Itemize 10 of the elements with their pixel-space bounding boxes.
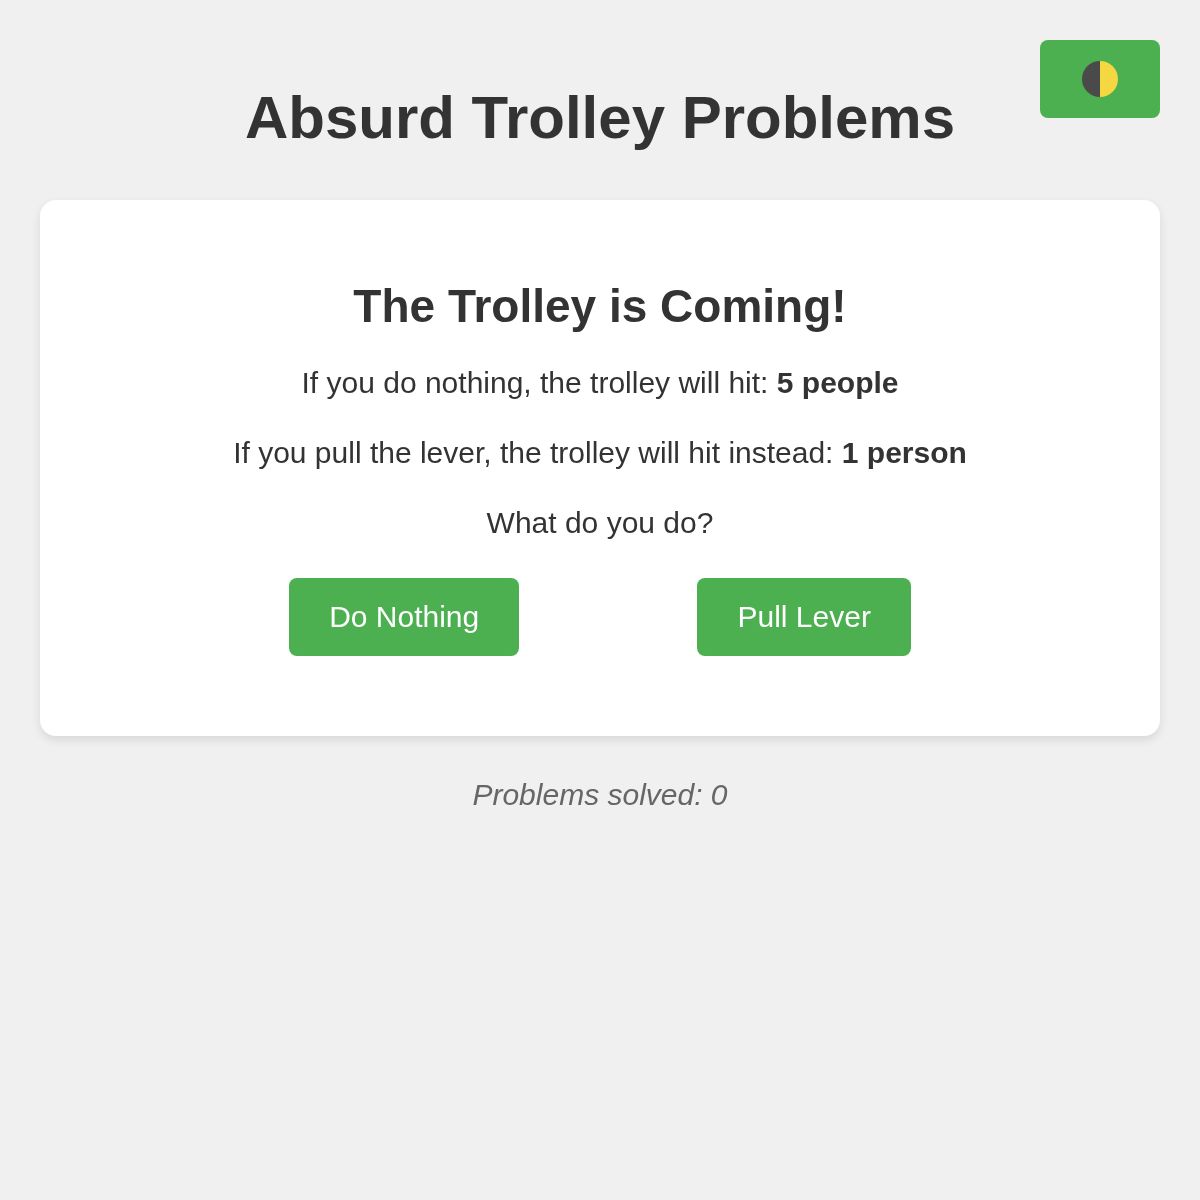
page-title: Absurd Trolley Problems <box>244 83 956 153</box>
theme-toggle-button[interactable] <box>1040 40 1160 118</box>
half-moon-icon <box>1082 61 1118 97</box>
question-text: If you pull the lever, the trolley will hit instead: 1 person <box>233 435 967 471</box>
card-heading: The Trolley is Coming! <box>353 279 847 334</box>
solved-counter: Problems solved: 0 <box>472 778 728 812</box>
choice-button[interactable]: Do Nothing <box>289 578 520 656</box>
choice-button[interactable]: Pull Lever <box>697 578 911 656</box>
question-text: If you do nothing, the trolley will hit: 5 people <box>301 365 899 401</box>
question-text: What do you do? <box>486 505 714 541</box>
